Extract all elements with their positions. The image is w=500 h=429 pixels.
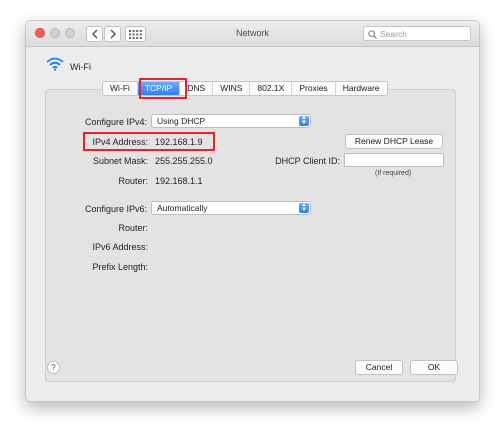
search-icon: [368, 30, 377, 39]
search-field[interactable]: Search: [363, 26, 471, 41]
tab-wins[interactable]: WINS: [213, 82, 251, 95]
cancel-button[interactable]: Cancel: [355, 360, 403, 375]
tcpip-tab-highlight: [139, 78, 187, 99]
ipv4-address-label: IPv4 Address:: [92, 137, 148, 147]
ipv6-router-label: Router:: [118, 223, 148, 233]
title-bar: Network Search: [26, 21, 479, 47]
interface-name: Wi-Fi: [70, 62, 91, 72]
prefix-length-label: Prefix Length:: [92, 262, 148, 272]
router-label: Router:: [118, 176, 148, 186]
ipv4-address-value: 192.168.1.9: [155, 137, 203, 147]
ok-button[interactable]: OK: [410, 360, 458, 375]
wifi-icon: [46, 57, 64, 71]
renew-dhcp-lease-button[interactable]: Renew DHCP Lease: [345, 134, 443, 149]
help-button[interactable]: ?: [47, 361, 60, 374]
subnet-mask-value: 255.255.255.0: [155, 156, 213, 166]
tab-hardware[interactable]: Hardware: [336, 82, 387, 95]
dhcp-client-id-field[interactable]: [344, 153, 444, 167]
dhcp-client-id-label: DHCP Client ID:: [275, 156, 340, 166]
updown-chevron-icon: ▲ ▼: [299, 202, 309, 213]
configure-ipv4-label: Configure IPv4:: [84, 117, 147, 127]
configure-ipv6-popup[interactable]: Automatically ▲ ▼: [151, 201, 311, 215]
search-placeholder: Search: [380, 29, 407, 39]
ipv6-address-label: IPv6 Address:: [92, 242, 148, 252]
tab-8021x[interactable]: 802.1X: [250, 82, 293, 95]
configure-ipv4-popup[interactable]: Using DHCP ▲ ▼: [151, 114, 311, 128]
tab-proxies[interactable]: Proxies: [292, 82, 336, 95]
tab-wifi[interactable]: Wi-Fi: [103, 82, 138, 95]
subnet-mask-label: Subnet Mask:: [92, 156, 148, 166]
router-value: 192.168.1.1: [155, 176, 203, 186]
configure-ipv6-value: Automatically: [157, 203, 208, 213]
configure-ipv6-label: Configure IPv6:: [84, 204, 147, 214]
updown-chevron-icon: ▲ ▼: [299, 115, 309, 126]
configure-ipv4-value: Using DHCP: [157, 116, 206, 126]
dhcp-client-id-hint: (If required): [375, 170, 412, 177]
